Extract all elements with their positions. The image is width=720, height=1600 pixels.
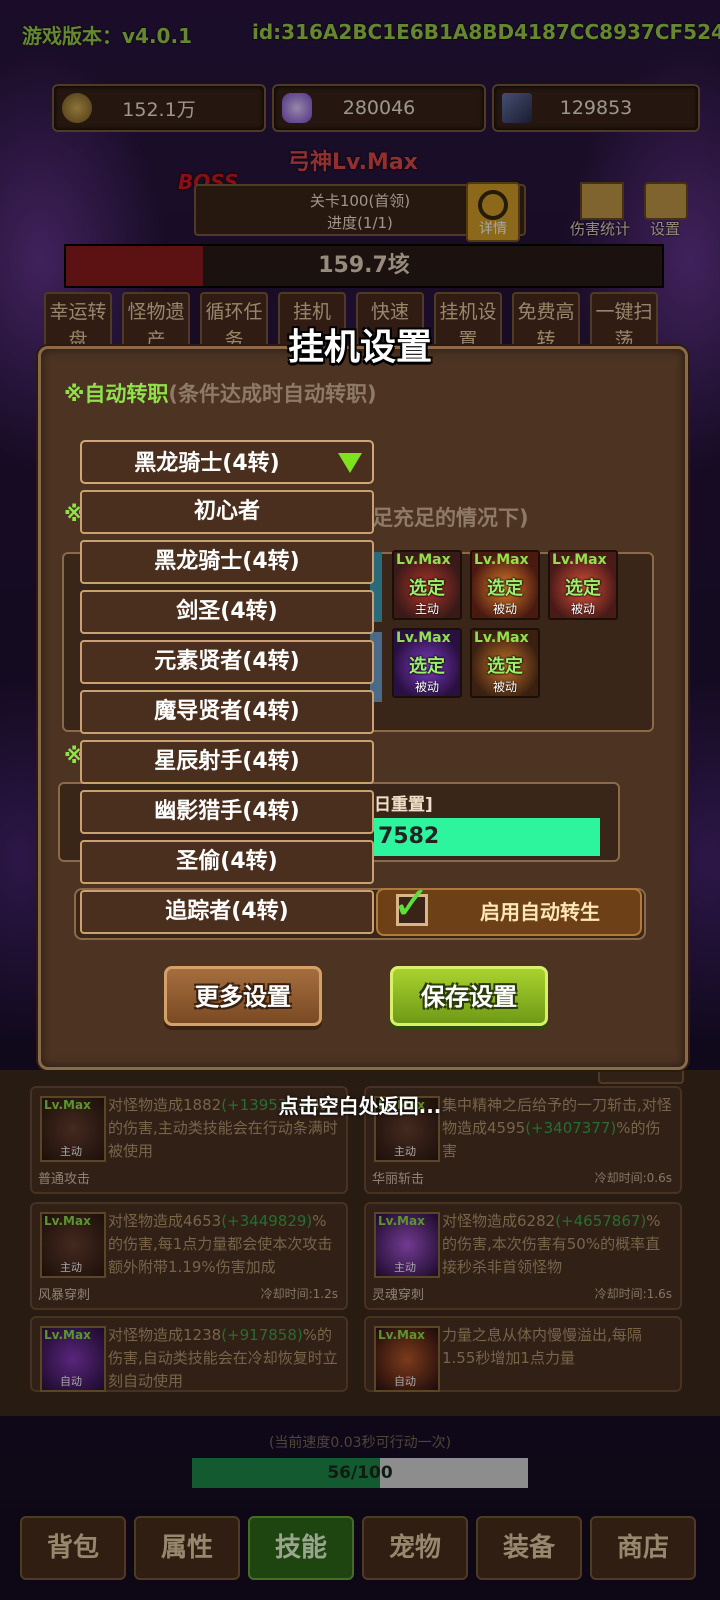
- job-option[interactable]: 剑圣(4转): [80, 590, 374, 634]
- dialog-title: 挂机设置: [287, 327, 432, 368]
- job-option[interactable]: 初心者: [80, 490, 374, 534]
- checkmark-icon: ✓: [392, 876, 431, 930]
- job-option[interactable]: 元素贤者(4转): [80, 640, 374, 684]
- auto-job-section-label: ※自动转职(条件达成时自动转职): [64, 382, 377, 406]
- save-settings-button[interactable]: 保存设置: [390, 966, 548, 1026]
- job-option[interactable]: 圣偷(4转): [80, 840, 374, 884]
- job-option[interactable]: 黑龙骑士(4转): [80, 540, 374, 584]
- skill-slot[interactable]: Lv.Max 选定 被动: [470, 550, 540, 620]
- job-option[interactable]: 追踪者(4转): [80, 890, 374, 934]
- job-option[interactable]: 幽影猎手(4转): [80, 790, 374, 834]
- job-option[interactable]: 星辰射手(4转): [80, 740, 374, 784]
- rebirth-level-input[interactable]: 7582: [374, 818, 600, 856]
- skill-slot[interactable]: Lv.Max 选定 被动: [392, 628, 462, 698]
- skill-slot[interactable]: Lv.Max 选定 主动: [392, 550, 462, 620]
- hidden-note-tail: 足充足的情况下): [372, 506, 529, 530]
- tap-to-return-hint: 点击空白处返回...: [278, 1094, 442, 1118]
- job-option[interactable]: 魔导贤者(4转): [80, 690, 374, 734]
- chevron-down-icon: [338, 453, 362, 473]
- job-select[interactable]: 黑龙骑士(4转): [80, 440, 374, 484]
- auto-rebirth-label: 启用自动转生: [480, 900, 600, 924]
- more-settings-button[interactable]: 更多设置: [164, 966, 322, 1026]
- skill-slot[interactable]: Lv.Max 选定 被动: [470, 628, 540, 698]
- job-select-value: 黑龙骑士(4转): [134, 451, 280, 476]
- skill-slot[interactable]: Lv.Max 选定 被动: [548, 550, 618, 620]
- reset-label-tail: 日重置]: [374, 795, 433, 815]
